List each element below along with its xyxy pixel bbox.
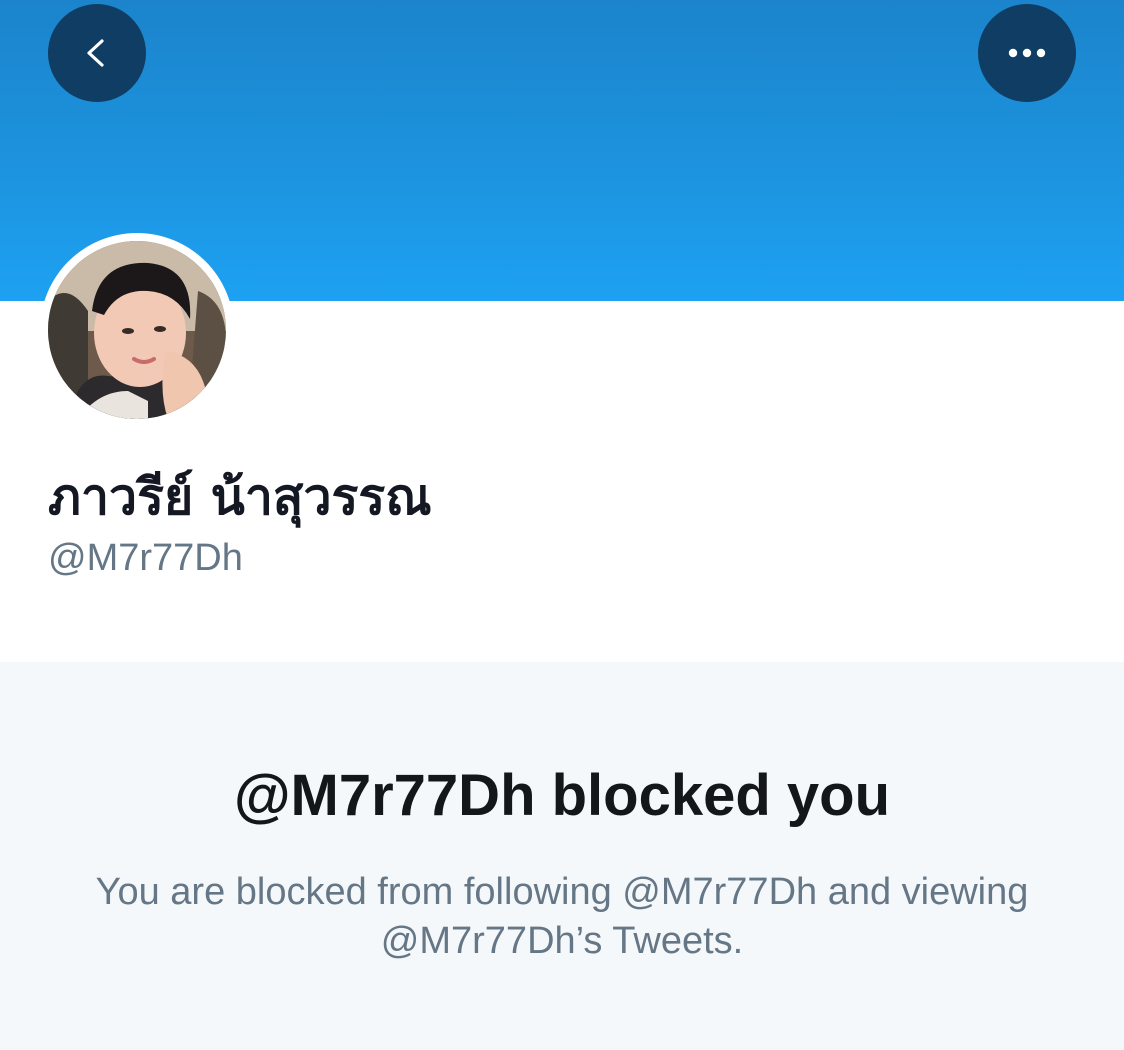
username-handle: @M7r77Dh [48, 537, 243, 579]
more-options-button[interactable] [978, 4, 1076, 102]
back-button[interactable] [48, 4, 146, 102]
ellipsis-horizontal-icon [1008, 48, 1046, 58]
avatar[interactable] [40, 233, 234, 427]
display-name: ภาวรีย์ น้าสุวรรณ [48, 468, 432, 526]
blocked-notice: @M7r77Dh blocked you You are blocked fro… [0, 662, 1124, 1050]
profile-photo [48, 241, 226, 419]
blocked-description: You are blocked from following @M7r77Dh … [95, 871, 1029, 962]
blocked-title: @M7r77Dh blocked you [233, 763, 891, 828]
chevron-left-icon [87, 39, 104, 67]
